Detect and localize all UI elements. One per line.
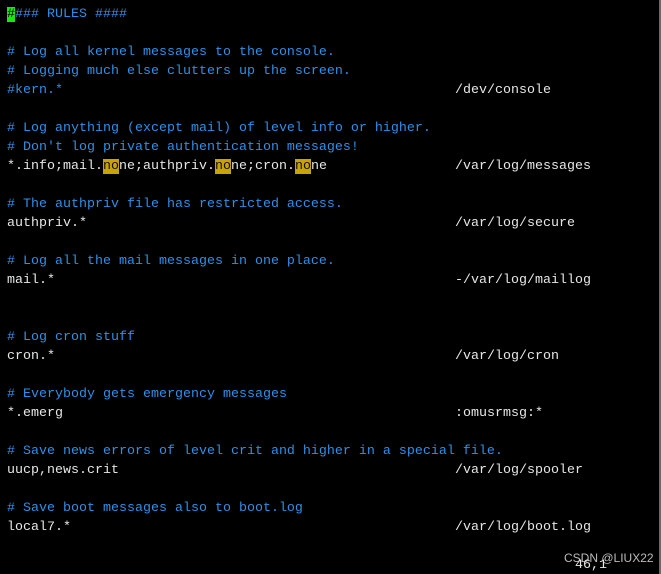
line-text: # Log anything (except mail) of level in… xyxy=(7,121,431,136)
line-text: # Log cron stuff xyxy=(7,330,135,345)
line-text: # Save boot messages also to boot.log xyxy=(7,501,303,516)
line-text: # Don't log private authentication messa… xyxy=(7,140,359,155)
line-text: # Save news errors of level crit and hig… xyxy=(7,444,503,459)
text-line[interactable]: *.info;mail.none;authpriv.none;cron.none xyxy=(7,157,327,176)
log-destination: :omusrmsg:* xyxy=(455,406,543,421)
text-line[interactable]: # Save boot messages also to boot.log xyxy=(7,499,303,518)
line-text: uucp,news.crit xyxy=(7,463,119,478)
cursor-position: 46,1 xyxy=(575,558,607,573)
line-text: *.emerg xyxy=(7,406,63,421)
text-line[interactable]: #kern.* xyxy=(7,81,63,100)
line-text: mail.* xyxy=(7,273,55,288)
text-line[interactable]: # The authpriv file has restricted acces… xyxy=(7,195,343,214)
text-line[interactable]: # Log all the mail messages in one place… xyxy=(7,252,335,271)
text-line[interactable]: mail.* xyxy=(7,271,55,290)
line-text: local7.* xyxy=(7,520,71,535)
text-line[interactable]: cron.* xyxy=(7,347,55,366)
text-line[interactable]: uucp,news.crit xyxy=(7,461,119,480)
text-line[interactable]: # Log anything (except mail) of level in… xyxy=(7,119,431,138)
text-line[interactable]: # Log all kernel messages to the console… xyxy=(7,43,335,62)
log-destination: /var/log/spooler xyxy=(455,463,583,478)
text-line[interactable]: # Save news errors of level crit and hig… xyxy=(7,442,503,461)
log-destination: -/var/log/maillog xyxy=(455,273,591,288)
search-match: no xyxy=(214,159,231,174)
search-match: no xyxy=(294,159,311,174)
log-destination: /var/log/cron xyxy=(455,349,559,364)
search-match: no xyxy=(102,159,119,174)
line-text: ne;cron. xyxy=(230,159,295,174)
log-destination: /var/log/secure xyxy=(455,216,575,231)
text-line[interactable]: # Log cron stuff xyxy=(7,328,135,347)
line-text: authpriv.* xyxy=(7,216,87,231)
log-destination: /var/log/boot.log xyxy=(455,520,591,535)
text-line[interactable]: # Everybody gets emergency messages xyxy=(7,385,287,404)
line-text: ### RULES #### xyxy=(15,7,127,22)
text-line[interactable]: #### RULES #### xyxy=(7,5,127,24)
line-text: # Log all kernel messages to the console… xyxy=(7,45,335,60)
log-destination: /var/log/messages xyxy=(455,159,591,174)
text-line[interactable]: *.emerg xyxy=(7,404,63,423)
line-text: # Log all the mail messages in one place… xyxy=(7,254,335,269)
line-text: *.info;mail. xyxy=(7,159,103,174)
line-text: # Everybody gets emergency messages xyxy=(7,387,287,402)
line-text: cron.* xyxy=(7,349,55,364)
line-text: #kern.* xyxy=(7,83,63,98)
text-line[interactable]: # Don't log private authentication messa… xyxy=(7,138,359,157)
text-line[interactable]: authpriv.* xyxy=(7,214,87,233)
line-text: ne;authpriv. xyxy=(118,159,215,174)
line-text: ne xyxy=(310,159,327,174)
text-line[interactable]: local7.* xyxy=(7,518,71,537)
line-text: # The authpriv file has restricted acces… xyxy=(7,197,343,212)
text-cursor: # xyxy=(7,7,15,22)
vim-terminal[interactable]: #### RULES #### # Log all kernel messages… xyxy=(0,0,661,574)
log-destination: /dev/console xyxy=(455,83,551,98)
text-line[interactable]: # Logging much else clutters up the scre… xyxy=(7,62,351,81)
line-text: # Logging much else clutters up the scre… xyxy=(7,64,351,79)
